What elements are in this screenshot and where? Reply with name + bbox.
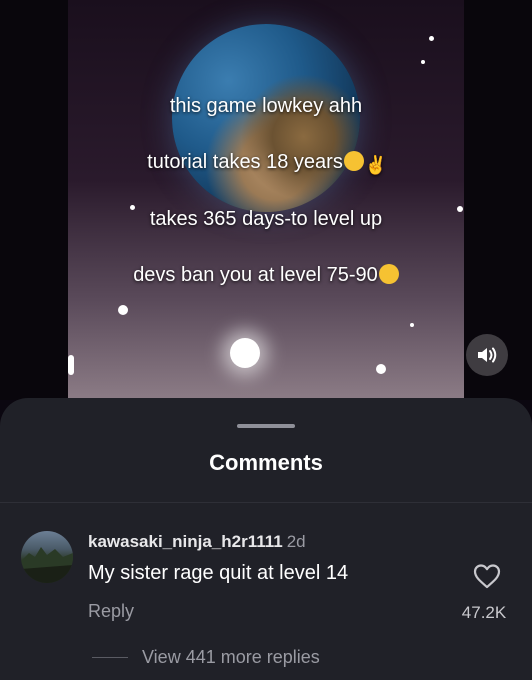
star-particle <box>118 305 128 315</box>
heart-icon[interactable] <box>472 562 502 590</box>
star-particle <box>376 364 386 374</box>
caption-text: tutorial takes 18 years <box>147 151 343 173</box>
caption-line-1: this game lowkey ahh <box>0 95 532 118</box>
victory-hand-emoji-icon: ✌ <box>364 155 388 175</box>
comments-title: Comments <box>209 450 323 475</box>
caption-text: devs ban you at level 75-90 <box>133 264 378 286</box>
avatar[interactable] <box>21 531 73 583</box>
username-text: kawasaki_ninja_h2r1111 <box>88 532 283 551</box>
sound-toggle-button[interactable] <box>466 334 508 376</box>
replies-line <box>92 657 128 658</box>
video-player[interactable]: this game lowkey ahh tutorial takes 18 y… <box>0 0 532 400</box>
earth-image <box>172 24 360 212</box>
caption-line-2: tutorial takes 18 years ✌ <box>0 151 532 175</box>
reply-button[interactable]: Reply <box>88 601 134 622</box>
crying-face-emoji-icon <box>343 151 364 171</box>
comment-text: My sister rage quit at level 14 <box>88 562 349 584</box>
video-frame <box>68 0 464 400</box>
star-particle <box>429 36 434 41</box>
comment-timestamp: 2d <box>286 532 306 551</box>
caption-text: takes 365 days-to level up <box>149 208 383 230</box>
star-particle <box>410 323 414 327</box>
caption-line-3: takes 365 days-to level up <box>0 208 532 231</box>
speaker-icon <box>478 347 497 363</box>
comments-sheet: Comments kawasaki_ninja_h2r1111 2d My sis… <box>0 398 532 680</box>
caption-text: this game lowkey ahh <box>169 95 363 117</box>
star-particle <box>421 60 425 64</box>
star-particle <box>230 338 260 368</box>
divider <box>0 502 532 503</box>
drag-handle[interactable] <box>237 424 295 428</box>
caption-line-4: devs ban you at level 75-90 <box>0 264 532 287</box>
like-count: 47.2K <box>461 603 507 622</box>
star-particle <box>68 355 74 375</box>
weary-face-emoji-icon <box>378 264 399 284</box>
comment-username[interactable]: kawasaki_ninja_h2r1111 2d <box>88 532 306 552</box>
avatar-image <box>21 547 73 583</box>
view-more-replies-button[interactable]: View 441 more replies <box>142 647 320 668</box>
